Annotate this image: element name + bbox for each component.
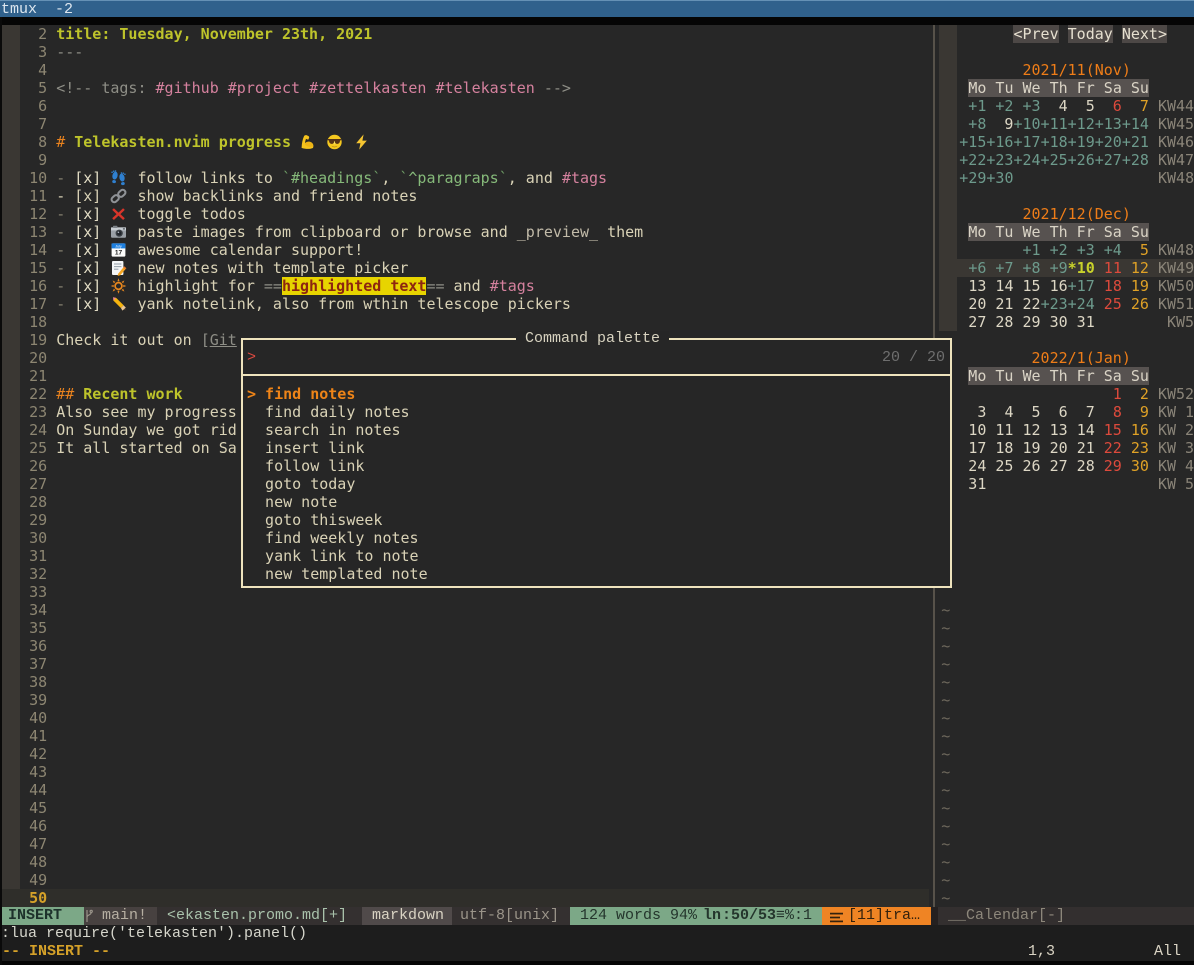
- svg-text:17: 17: [115, 250, 123, 257]
- svg-text:July: July: [115, 244, 122, 248]
